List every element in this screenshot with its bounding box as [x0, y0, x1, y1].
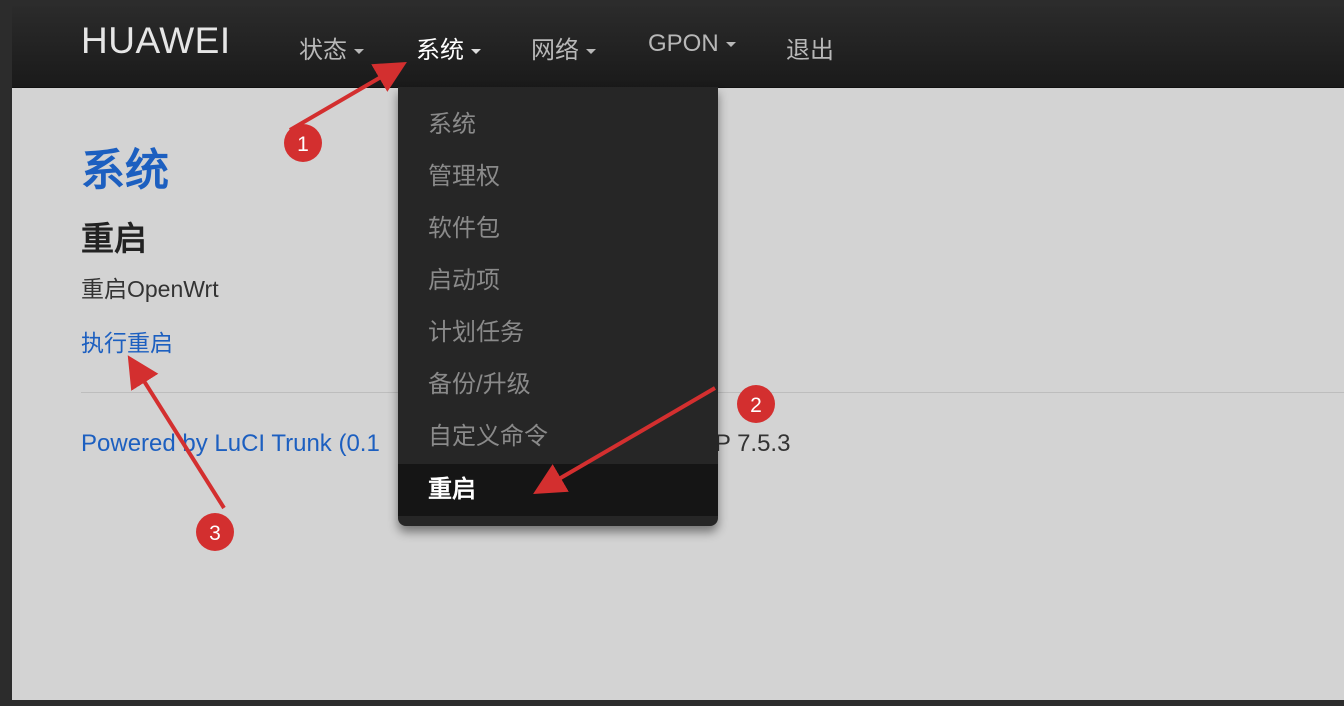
menu-item-backup-upgrade[interactable]: 备份/升级 — [398, 359, 718, 411]
menu-item-packages[interactable]: 软件包 — [398, 203, 718, 255]
section-description: 重启OpenWrt — [81, 276, 219, 302]
page-title: 系统 — [81, 146, 169, 195]
menu-item-system[interactable]: 系统 — [398, 99, 718, 151]
nav-status[interactable]: 状态 — [299, 30, 364, 65]
chevron-down-icon — [725, 42, 736, 48]
system-dropdown-menu: 系统 管理权 软件包 启动项 计划任务 备份/升级 自定义命令 重启 — [398, 87, 718, 526]
menu-item-reboot[interactable]: 重启 — [398, 464, 718, 516]
chevron-down-icon — [354, 49, 364, 55]
top-navbar: HUAWEI 状态 系统 网络 GPON 退出 — [12, 6, 1344, 88]
nav-gpon-label: GPON — [648, 30, 719, 57]
menu-item-scheduled-tasks[interactable]: 计划任务 — [398, 307, 718, 359]
chevron-down-icon — [471, 49, 481, 55]
nav-network-label: 网络 — [531, 37, 579, 64]
menu-item-admin[interactable]: 管理权 — [398, 151, 718, 203]
nav-logout[interactable]: 退出 — [786, 30, 834, 65]
nav-network[interactable]: 网络 — [531, 30, 596, 65]
nav-gpon[interactable]: GPON — [648, 30, 736, 58]
footer-text-right: P 7.5.3 — [714, 430, 791, 457]
perform-reboot-link[interactable]: 执行重启 — [81, 324, 173, 358]
nav-system[interactable]: 系统 — [416, 30, 481, 65]
nav-system-label: 系统 — [416, 37, 464, 64]
brand-logo[interactable]: HUAWEI — [81, 20, 231, 62]
section-title: 重启 — [81, 220, 147, 257]
menu-item-custom-commands[interactable]: 自定义命令 — [398, 411, 718, 463]
footer-text-left[interactable]: Powered by LuCI Trunk (0.1 — [81, 430, 380, 457]
menu-item-startup[interactable]: 启动项 — [398, 255, 718, 307]
nav-logout-label: 退出 — [786, 37, 834, 64]
chevron-down-icon — [586, 49, 596, 55]
nav-status-label: 状态 — [299, 37, 347, 64]
browser-viewport: HUAWEI 状态 系统 网络 GPON 退出 系统 重启 重启OpenWrt … — [12, 6, 1344, 700]
